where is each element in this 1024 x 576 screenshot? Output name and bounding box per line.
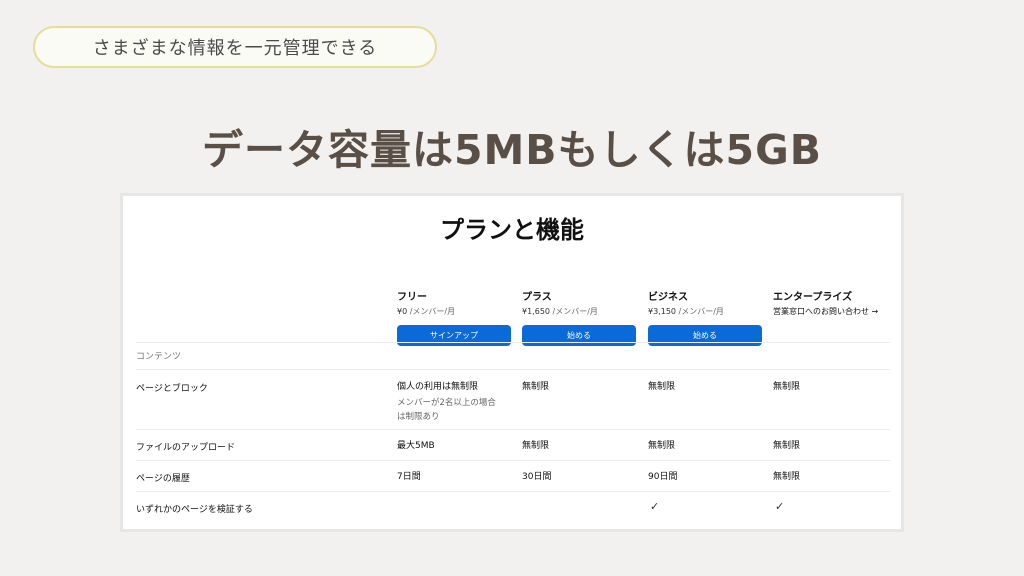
plan-price: ¥3,150 /メンバー/月: [648, 307, 724, 316]
cell-enterprise: 無制限: [773, 382, 801, 392]
row-label: ページの履歴: [136, 474, 190, 484]
cell-enterprise: 無制限: [773, 472, 801, 482]
contact-sales-link[interactable]: 営業窓口へのお問い合わせ →: [773, 306, 903, 317]
cell-free: 個人の利用は無制限 メンバーが2名以上の場合は制限あり: [397, 380, 501, 424]
cell-business: 90日間: [648, 472, 678, 482]
section-label: コンテンツ: [136, 352, 182, 362]
check-icon: ✓: [650, 500, 660, 513]
cell-plus: 無制限: [522, 382, 550, 392]
plan-free: フリー ¥0 /メンバー/月 サインアップ: [397, 288, 515, 346]
divider: [136, 342, 890, 343]
plan-name: フリー: [397, 292, 427, 303]
card-title: プランと機能: [440, 216, 584, 244]
cell-business: 無制限: [648, 441, 676, 451]
divider: [136, 491, 890, 492]
plan-enterprise: エンタープライズ 営業窓口へのお問い合わせ →: [773, 288, 903, 317]
headline: データ容量は5MBもしくは5GB: [201, 126, 822, 174]
plan-name: ビジネス: [648, 292, 688, 303]
cell-free: 7日間: [397, 472, 421, 482]
plan-price: ¥1,650 /メンバー/月: [522, 307, 598, 316]
cell-enterprise: 無制限: [773, 441, 801, 451]
divider: [136, 460, 890, 461]
cell-free: 最大5MB: [397, 441, 435, 451]
row-label: ページとブロック: [136, 384, 208, 394]
feature-pill: さまざまな情報を一元管理できる: [33, 26, 437, 68]
pricing-card: プランと機能 フリー ¥0 /メンバー/月 サインアップ プラス ¥1,650 …: [120, 193, 904, 532]
cell-plus: 無制限: [522, 441, 550, 451]
plan-name: エンタープライズ: [773, 292, 853, 303]
plan-name: プラス: [522, 292, 552, 303]
cell-business: 無制限: [648, 382, 676, 392]
plan-business: ビジネス ¥3,150 /メンバー/月 始める: [648, 288, 766, 346]
row-label: ファイルのアップロード: [136, 443, 236, 453]
divider: [136, 429, 890, 430]
plan-price: ¥0 /メンバー/月: [397, 307, 456, 316]
check-icon: ✓: [775, 500, 785, 513]
cell-plus: 30日間: [522, 472, 552, 482]
divider: [136, 369, 890, 370]
row-label: いずれかのページを検証する: [136, 505, 253, 515]
feature-pill-text: さまざまな情報を一元管理できる: [92, 38, 378, 59]
plan-plus: プラス ¥1,650 /メンバー/月 始める: [522, 288, 640, 346]
cell-note: メンバーが2名以上の場合は制限あり: [397, 398, 496, 422]
